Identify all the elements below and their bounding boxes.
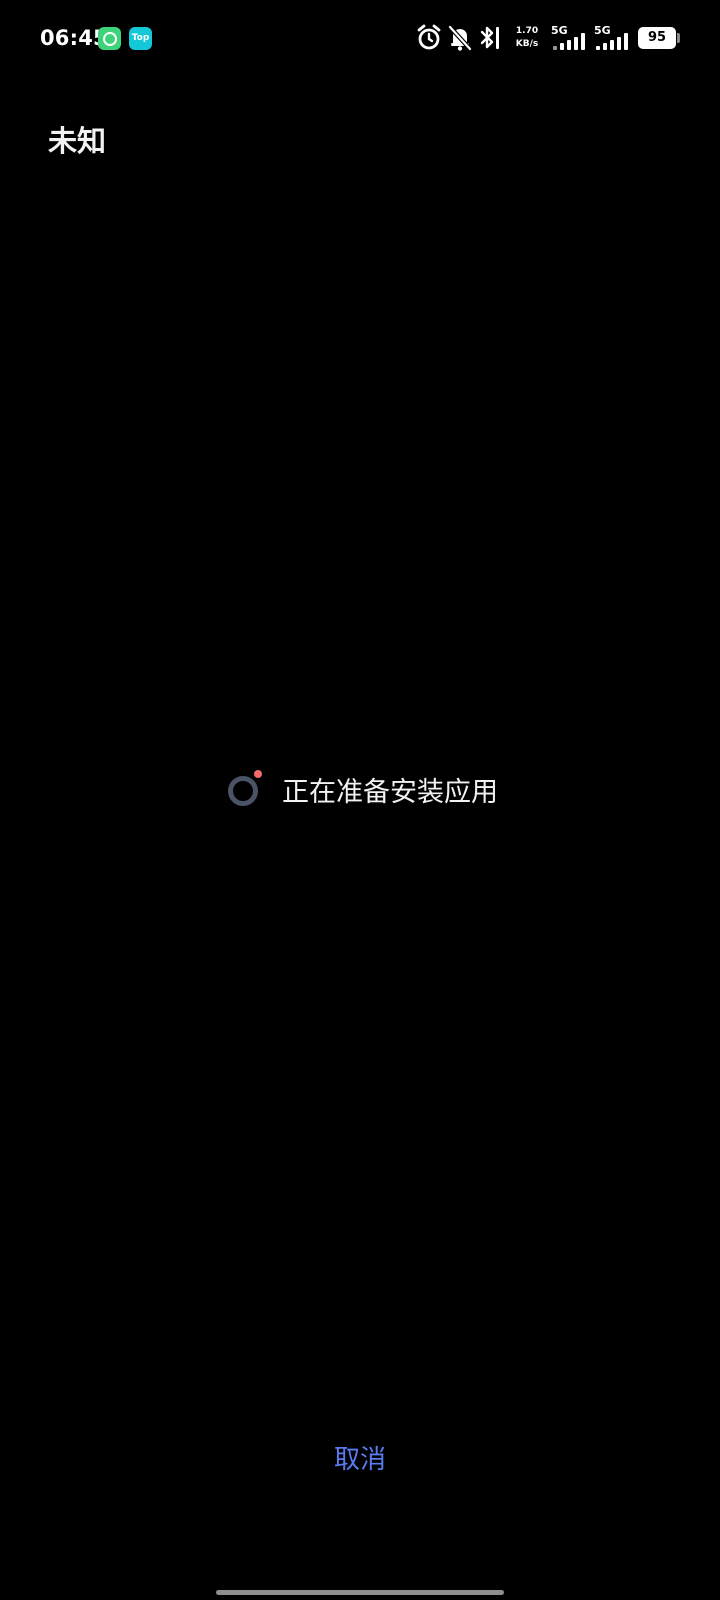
bluetooth-icon [480, 26, 499, 49]
battery-icon: 95 [638, 27, 676, 49]
loading-spinner-icon [228, 776, 258, 806]
loading-text: 正在准备安装应用 [282, 777, 498, 808]
bell-off-icon [448, 25, 472, 51]
sim1-signal-icon [553, 33, 587, 50]
network-speed-value: 1.70 [515, 26, 539, 36]
spinner-dot [254, 770, 262, 778]
battery-tip [677, 33, 680, 43]
network-speed: 1.70 KB/s [514, 25, 540, 51]
home-indicator[interactable] [216, 1590, 504, 1595]
app-notification-icon [98, 27, 121, 50]
sim2-signal-icon [596, 33, 630, 50]
page-title: 未知 [48, 124, 107, 158]
cancel-button[interactable]: 取消 [300, 1435, 420, 1485]
status-bar: 06:45 Top 1.70 KB/s 5G 5G 95 [0, 0, 720, 80]
network-speed-unit: KB/s [515, 39, 539, 49]
alarm-icon [417, 24, 441, 50]
top-app-icon: Top [129, 27, 152, 50]
